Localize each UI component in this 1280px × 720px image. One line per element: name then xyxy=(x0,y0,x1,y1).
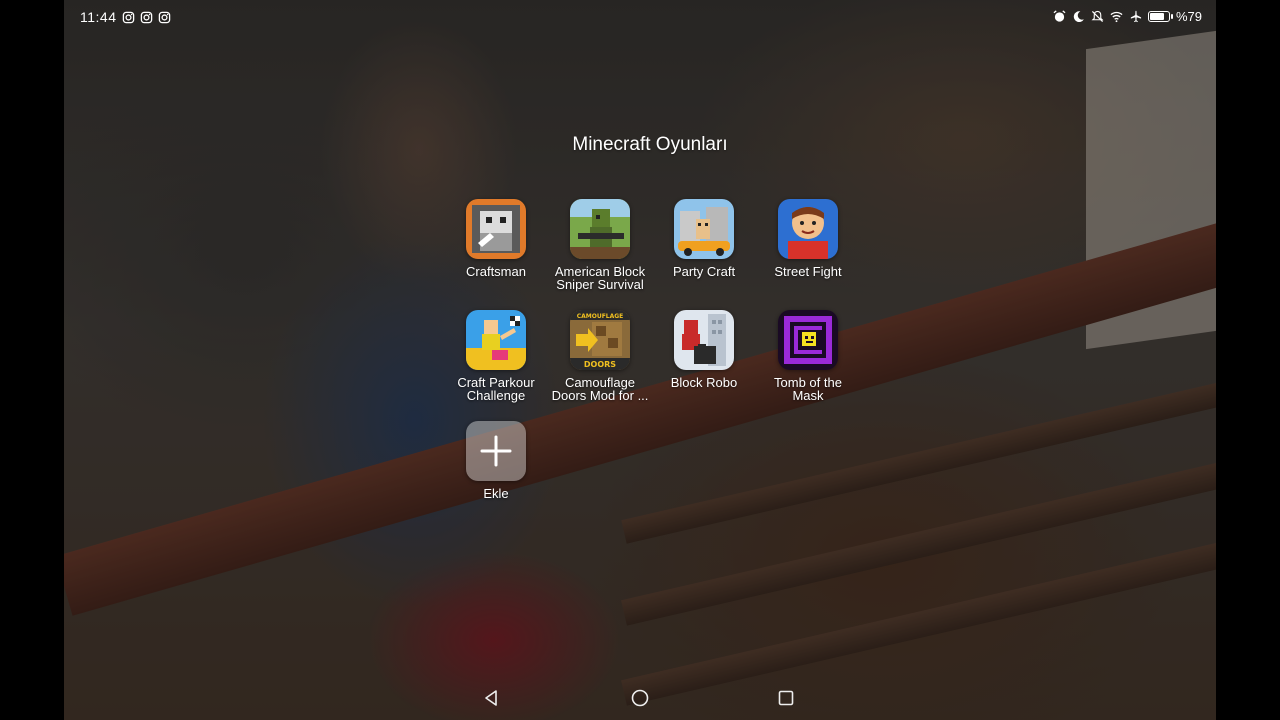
back-triangle-icon[interactable] xyxy=(480,686,504,710)
tomb-of-the-mask-app-icon[interactable] xyxy=(778,310,838,370)
wifi-icon xyxy=(1110,11,1123,23)
instagram-icon xyxy=(158,11,170,23)
folder-title[interactable]: Minecraft Oyunları xyxy=(64,134,1216,156)
airplane-mode-icon xyxy=(1130,10,1142,23)
street-fight-app-icon[interactable] xyxy=(778,199,838,259)
app-label: Sniper Survival xyxy=(556,277,644,292)
app-block-robo[interactable]: Block Robo xyxy=(652,310,756,389)
do-not-disturb-moon-icon xyxy=(1073,11,1084,23)
camouflage-doors-app-icon[interactable]: CAMOUFLAGE DOORS xyxy=(570,310,630,370)
instagram-icon xyxy=(122,11,134,23)
app-tomb-of-the-mask[interactable]: Tomb of the Mask xyxy=(756,310,860,402)
app-label: Challenge xyxy=(466,388,526,403)
alarm-icon xyxy=(1053,10,1066,22)
party-craft-app-icon[interactable] xyxy=(674,199,734,259)
app-label: Doors Mod for ... xyxy=(551,388,649,403)
app-party-craft[interactable]: Party Craft xyxy=(652,199,756,278)
battery-percent: %79 xyxy=(1175,9,1202,24)
app-american-block-sniper-survival[interactable]: American Block Sniper Survival xyxy=(548,199,652,291)
icon-text: CAMOUFLAGE xyxy=(577,313,624,320)
app-craftsman[interactable]: Craftsman xyxy=(444,199,548,278)
block-robo-app-icon[interactable] xyxy=(674,310,734,370)
american-block-sniper-app-icon[interactable] xyxy=(570,199,630,259)
app-street-fight[interactable]: Street Fight xyxy=(756,199,860,278)
notifications-muted-icon xyxy=(1091,10,1104,23)
craft-parkour-app-icon[interactable] xyxy=(466,310,526,370)
app-label: Ekle xyxy=(483,486,509,501)
icon-text: DOORS xyxy=(584,360,616,369)
recents-square-icon[interactable] xyxy=(774,686,798,710)
clock: 11:44 xyxy=(80,9,117,25)
app-label: Block Robo xyxy=(670,375,738,390)
craftsman-app-icon[interactable] xyxy=(466,199,526,259)
app-craft-parkour-challenge[interactable]: Craft Parkour Challenge xyxy=(444,310,548,402)
status-bar: 11:44 %79 xyxy=(64,0,1216,34)
app-add[interactable]: Ekle xyxy=(444,421,548,500)
home-circle-icon[interactable] xyxy=(628,686,652,710)
app-camouflage-doors-mod[interactable]: CAMOUFLAGE DOORS Camouflage Doors Mod for … xyxy=(548,310,652,402)
app-label: Mask xyxy=(792,388,824,403)
battery-icon xyxy=(1147,11,1173,22)
navigation-bar xyxy=(64,676,1216,720)
app-label: Street Fight xyxy=(774,264,842,279)
add-plus-icon[interactable] xyxy=(466,421,526,481)
app-label: Party Craft xyxy=(672,264,736,279)
home-screen: 11:44 %79 Minecraft Oyunları Craftsman A… xyxy=(64,0,1216,720)
instagram-icon xyxy=(140,11,152,23)
battery-level xyxy=(1149,13,1164,20)
app-label: Craftsman xyxy=(466,264,526,279)
